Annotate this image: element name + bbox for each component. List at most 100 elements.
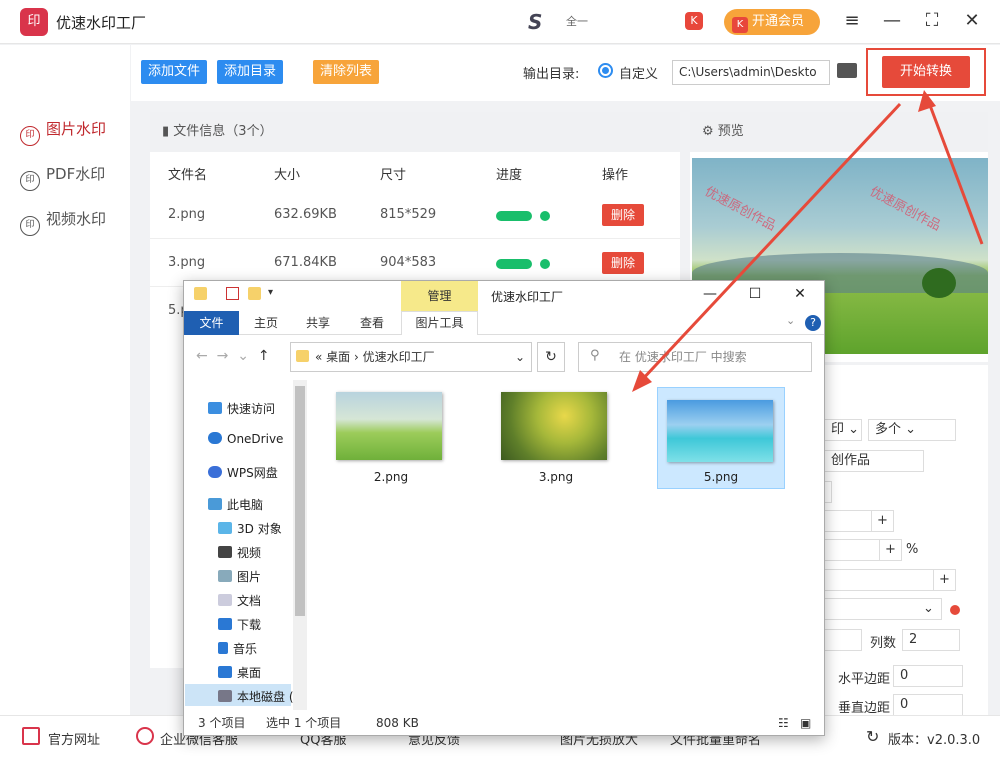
app-logo: 印: [20, 8, 48, 36]
expand-ribbon-icon[interactable]: ⌄: [786, 314, 795, 327]
delete-button[interactable]: 删除: [602, 204, 644, 226]
start-convert-button[interactable]: 开始转换: [882, 56, 970, 88]
angle-input[interactable]: +: [824, 569, 956, 591]
large-icons-view-icon[interactable]: ▣: [800, 712, 811, 734]
brand-text: 全一: [566, 15, 588, 28]
new-folder-icon[interactable]: [248, 287, 261, 300]
tab-share[interactable]: 共享: [306, 314, 330, 331]
file-icon: ▮: [162, 124, 174, 139]
hmargin-label: 水平边距: [838, 672, 891, 687]
rows-stepper[interactable]: [824, 629, 862, 651]
explorer-close-icon[interactable]: ✕: [790, 286, 810, 302]
tree-documents[interactable]: 文档: [218, 592, 261, 609]
help-icon[interactable]: ?: [805, 315, 821, 331]
font-select[interactable]: ⌄: [824, 598, 942, 620]
tree-desktop[interactable]: 桌面: [218, 664, 261, 681]
clear-list-button[interactable]: 清除列表: [313, 60, 380, 84]
back-forward-icons[interactable]: ← → ⌄ ↑: [196, 348, 270, 364]
tree-music[interactable]: 音乐: [218, 640, 257, 657]
watermark-type-select[interactable]: 印 ⌄: [824, 419, 862, 441]
output-path-field[interactable]: C:\Users\admin\Deskto: [672, 60, 830, 85]
opacity-input[interactable]: +: [824, 539, 902, 561]
customize-dropdown-icon[interactable]: ▾: [268, 287, 273, 298]
tab-home[interactable]: 主页: [254, 314, 278, 331]
cell-dims: 815*529: [380, 207, 437, 222]
thumbnail-2[interactable]: [336, 392, 442, 460]
address-bar[interactable]: « 桌面 › 优速水印工厂 ⌄: [290, 342, 532, 372]
tree-onedrive[interactable]: OneDrive: [208, 432, 283, 446]
film-icon: [218, 546, 232, 558]
add-file-button[interactable]: 添加文件: [141, 60, 208, 84]
nav-image-watermark[interactable]: 印图片水印: [20, 118, 106, 146]
tree-local-disk[interactable]: 本地磁盘 (: [218, 688, 294, 705]
add-directory-button[interactable]: 添加目录: [217, 60, 284, 84]
watermark-count-select[interactable]: 多个 ⌄: [868, 419, 956, 441]
explorer-minimize-icon[interactable]: —: [700, 286, 720, 302]
drive-icon: [218, 690, 232, 702]
file-label[interactable]: 5.png: [666, 470, 776, 484]
explorer-maximize-icon[interactable]: ☐: [745, 286, 765, 302]
watermark-text: 优速原创作品: [867, 184, 944, 235]
delete-button[interactable]: 删除: [602, 252, 644, 274]
star-icon: [208, 402, 222, 414]
desktop-icon: [218, 666, 232, 678]
vmargin-stepper[interactable]: 0: [893, 694, 963, 716]
refresh-icon[interactable]: ↻: [866, 727, 879, 746]
close-icon[interactable]: ✕: [960, 10, 984, 31]
nav-pdf-watermark[interactable]: 印 PDF水印: [20, 163, 105, 191]
app-title: 优速水印工厂: [56, 14, 147, 32]
col-filename: 文件名: [168, 168, 208, 183]
vip-button[interactable]: K 开通会员: [724, 9, 820, 35]
percent-label: %: [906, 542, 919, 557]
cols-stepper[interactable]: 2: [902, 629, 960, 651]
footer-link-website[interactable]: 官方网址: [48, 729, 100, 748]
tree-wps[interactable]: WPS网盘: [208, 464, 278, 481]
tree-3d-objects[interactable]: 3D 对象: [218, 520, 282, 537]
search-input[interactable]: 在 优速水印工厂 中搜索: [578, 342, 812, 372]
file-label[interactable]: 2.png: [336, 470, 446, 484]
tab-file[interactable]: 文件: [184, 311, 239, 335]
setting-field[interactable]: [824, 481, 832, 503]
manage-tab[interactable]: 管理: [401, 281, 478, 311]
custom-radio-label[interactable]: 自定义: [619, 63, 658, 82]
tree-pictures[interactable]: 图片: [218, 568, 261, 585]
details-view-icon[interactable]: ☷: [778, 712, 789, 734]
refresh-button[interactable]: ↻: [537, 342, 565, 372]
website-icon: [22, 727, 40, 745]
watermark-text-input[interactable]: 创作品: [824, 450, 924, 472]
progress-bar: [496, 211, 532, 221]
cell-dims: 904*583: [380, 255, 437, 270]
tab-view[interactable]: 查看: [360, 314, 384, 331]
size-input[interactable]: +: [824, 510, 894, 532]
watermark-icon: 印: [20, 171, 40, 191]
tree-this-pc[interactable]: 此电脑: [208, 496, 263, 513]
thumbnail-3[interactable]: [501, 392, 607, 460]
cube-icon: [218, 522, 232, 534]
thumbnail-5[interactable]: [667, 400, 773, 462]
vip-icon: K: [732, 17, 748, 33]
tab-picture-tools[interactable]: 图片工具: [401, 311, 478, 335]
properties-icon[interactable]: [226, 287, 239, 300]
explorer-statusbar: 3 个项目 选中 1 个项目 808 KB ☷ ▣: [184, 712, 824, 735]
maximize-icon[interactable]: ⛶: [920, 10, 944, 31]
tree-quick-access[interactable]: 快速访问: [208, 400, 275, 417]
tree-scrollbar-thumb[interactable]: [295, 386, 305, 616]
folder-icon: [194, 287, 207, 300]
preview-tree: [922, 268, 956, 298]
menu-icon[interactable]: ≡: [840, 10, 864, 31]
wechat-icon: [136, 727, 154, 745]
document-icon: [218, 594, 232, 606]
tree-videos[interactable]: 视频: [218, 544, 261, 561]
hmargin-stepper[interactable]: 0: [893, 665, 963, 687]
folder-icon[interactable]: [837, 63, 857, 78]
cell-size: 671.84KB: [274, 255, 337, 270]
file-label[interactable]: 3.png: [501, 470, 611, 484]
preview-header: ⚙ 预览: [690, 112, 988, 152]
music-icon: [218, 642, 228, 654]
nav-video-watermark[interactable]: 印视频水印: [20, 208, 106, 236]
tree-downloads[interactable]: 下载: [218, 616, 261, 633]
download-icon: [218, 618, 232, 630]
k-badge-icon[interactable]: K: [685, 12, 703, 30]
custom-radio[interactable]: [598, 63, 613, 78]
minimize-icon[interactable]: —: [880, 10, 904, 31]
